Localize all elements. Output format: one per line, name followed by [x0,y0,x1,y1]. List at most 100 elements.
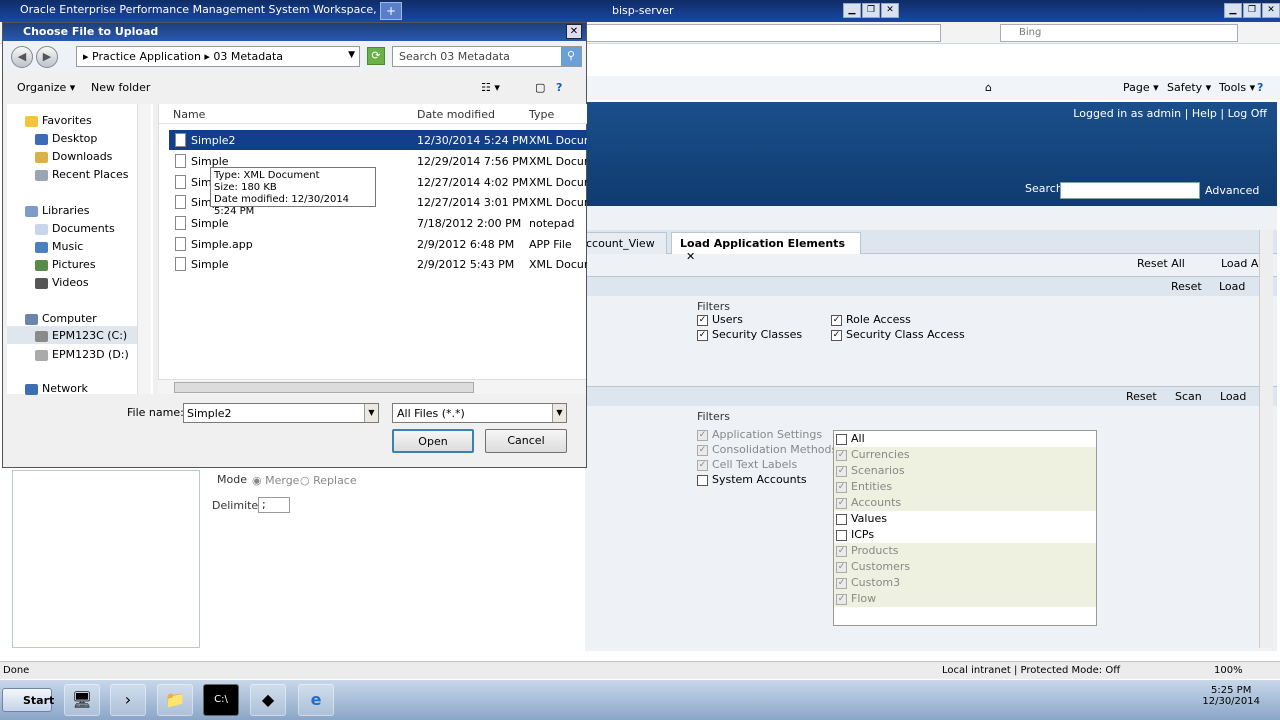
nav-libraries[interactable]: Libraries [25,204,90,217]
nav-downloads[interactable]: Downloads [35,150,112,163]
nav-videos[interactable]: Videos [35,276,89,289]
scan-button[interactable]: Scan [1175,390,1202,403]
help-icon[interactable]: ? [556,81,562,94]
users-checkbox[interactable] [697,314,708,326]
replace-radio[interactable]: ○ Replace [300,474,357,487]
file-row[interactable]: Simple212/30/2014 5:24 PMXML Docume [169,130,587,150]
dialog-close-button[interactable]: ✕ [566,24,582,39]
reset-all-button[interactable]: Reset All [1137,257,1185,270]
file-row[interactable]: Simple2/9/2012 5:43 PMXML Docume [169,254,587,274]
filter-system-accounts[interactable]: System Accounts [697,473,807,486]
nav-scrollbar[interactable] [137,104,151,394]
videos-icon [35,277,48,289]
nav-drive-d[interactable]: EPM123D (D:) [35,348,129,361]
preview-pane-icon[interactable]: ▢ [535,81,545,94]
zoom-level[interactable]: 100% [1214,665,1243,676]
open-button[interactable]: Open [392,429,474,453]
filter-security-classes[interactable]: Security Classes [697,328,802,341]
search-input[interactable] [1060,182,1200,199]
col-date-modified[interactable]: Date modified [417,108,495,121]
window-restore-icon[interactable]: ❐ [1243,3,1261,18]
col-name[interactable]: Name [173,108,205,121]
folder-search-input[interactable]: Search 03 Metadata ⚲ [392,46,582,67]
refresh-icon[interactable]: ⟳ [367,47,385,65]
dim-item[interactable]: Values [834,511,1096,527]
browser-title: Oracle Enterprise Performance Management… [20,3,377,16]
tab-close-icon[interactable]: ✕ [686,250,695,263]
system-accounts-checkbox[interactable] [697,474,708,486]
role-access-checkbox[interactable] [831,314,842,326]
clock[interactable]: 5:25 PM 12/30/2014 [1202,685,1260,707]
chevron-down-icon[interactable]: ▼ [552,404,566,422]
header-links[interactable]: Logged in as admin | Help | Log Off [1073,107,1267,120]
downloads-icon [35,151,48,163]
file-name-input[interactable]: Simple2 ▼ [183,403,379,423]
new-tab-button[interactable]: + [380,2,402,20]
scroll-thumb[interactable] [174,382,474,393]
nav-recent-places[interactable]: Recent Places [35,168,129,181]
address-input[interactable] [585,24,941,42]
filter-users[interactable]: Users [697,313,743,326]
nav-favorites[interactable]: Favorites [25,114,92,127]
start-button[interactable]: Start [2,688,54,712]
home-icon[interactable]: ⌂ [985,81,992,94]
nav-pictures[interactable]: Pictures [35,258,96,271]
chevron-down-icon[interactable]: ▼ [364,404,378,422]
file-type-select[interactable]: All Files (*.*) ▼ [392,403,567,423]
nav-computer[interactable]: Computer [25,312,97,325]
page-scrollbar[interactable] [1259,230,1273,648]
app-icon[interactable]: ◆ [250,684,286,716]
merge-radio[interactable]: ◉ Merge [252,474,299,487]
security-classes-checkbox[interactable] [697,329,708,341]
xml-file-icon [175,257,186,271]
internet-explorer-icon[interactable]: e [298,684,334,716]
page-menu[interactable]: Page ▾ [1123,81,1159,94]
cancel-button[interactable]: Cancel [485,429,567,453]
bing-search-input[interactable]: Bing [1000,24,1238,42]
help-icon[interactable]: ? [1257,81,1263,94]
security-reset-button[interactable]: Reset [1171,280,1202,293]
filter-security-class-access[interactable]: Security Class Access [831,328,965,341]
powershell-icon[interactable]: › [110,684,146,716]
new-folder-button[interactable]: New folder [91,81,150,94]
breadcrumb-dropdown-icon[interactable]: ▼ [348,50,355,60]
filter-role-access[interactable]: Role Access [831,313,911,326]
horizontal-scrollbar[interactable] [158,379,586,394]
tools-menu[interactable]: Tools ▾ [1219,81,1255,94]
tab-load-application-elements[interactable]: Load Application Elements ✕ [671,232,861,263]
forward-button[interactable]: ▶ [36,46,58,68]
safety-menu[interactable]: Safety ▾ [1167,81,1211,94]
back-button[interactable]: ◀ [11,46,33,68]
minimize-icon[interactable]: ▁ [843,3,861,18]
explorer-icon[interactable]: 📁 [157,684,193,716]
close-icon[interactable]: ✕ [881,3,899,18]
nav-drive-c[interactable]: EPM123C (C:) [7,326,141,344]
window-close-icon[interactable]: ✕ [1262,3,1280,18]
load-all-button[interactable]: Load All [1221,257,1265,270]
server-manager-icon[interactable]: 🖥 [64,684,100,716]
nav-documents[interactable]: Documents [35,222,115,235]
nav-desktop[interactable]: Desktop [35,132,97,145]
breadcrumb[interactable]: ▸ Practice Application ▸ 03 Metadata ▼ [76,46,360,67]
metadata-reset-button[interactable]: Reset [1126,390,1157,403]
tab-account-view[interactable]: ccount_View [577,232,667,254]
file-row[interactable]: Simple.app 2/9/2012 6:48 PM APP File [169,234,587,254]
security-class-access-checkbox[interactable] [831,329,842,341]
metadata-load-button[interactable]: Load [1220,390,1246,403]
xml-file-icon [175,133,186,147]
organize-button[interactable]: Organize ▾ [17,81,75,94]
search-icon[interactable]: ⚲ [561,47,581,66]
window-minimize-icon[interactable]: ▁ [1224,3,1242,18]
advanced-link[interactable]: Advanced [1205,184,1259,197]
cmd-icon[interactable]: C:\ [203,684,239,716]
nav-music[interactable]: Music [35,240,83,253]
col-type[interactable]: Type [529,108,554,121]
delimiter-select[interactable]: ; [258,497,290,513]
dim-item[interactable]: All [834,431,1096,447]
restore-icon[interactable]: ❐ [862,3,880,18]
security-load-button[interactable]: Load [1219,280,1245,293]
dim-item[interactable]: ICPs [834,527,1096,543]
view-icon[interactable]: ☷ ▾ [481,81,500,94]
xml-file-icon [175,195,186,209]
nav-network[interactable]: Network [25,382,88,395]
